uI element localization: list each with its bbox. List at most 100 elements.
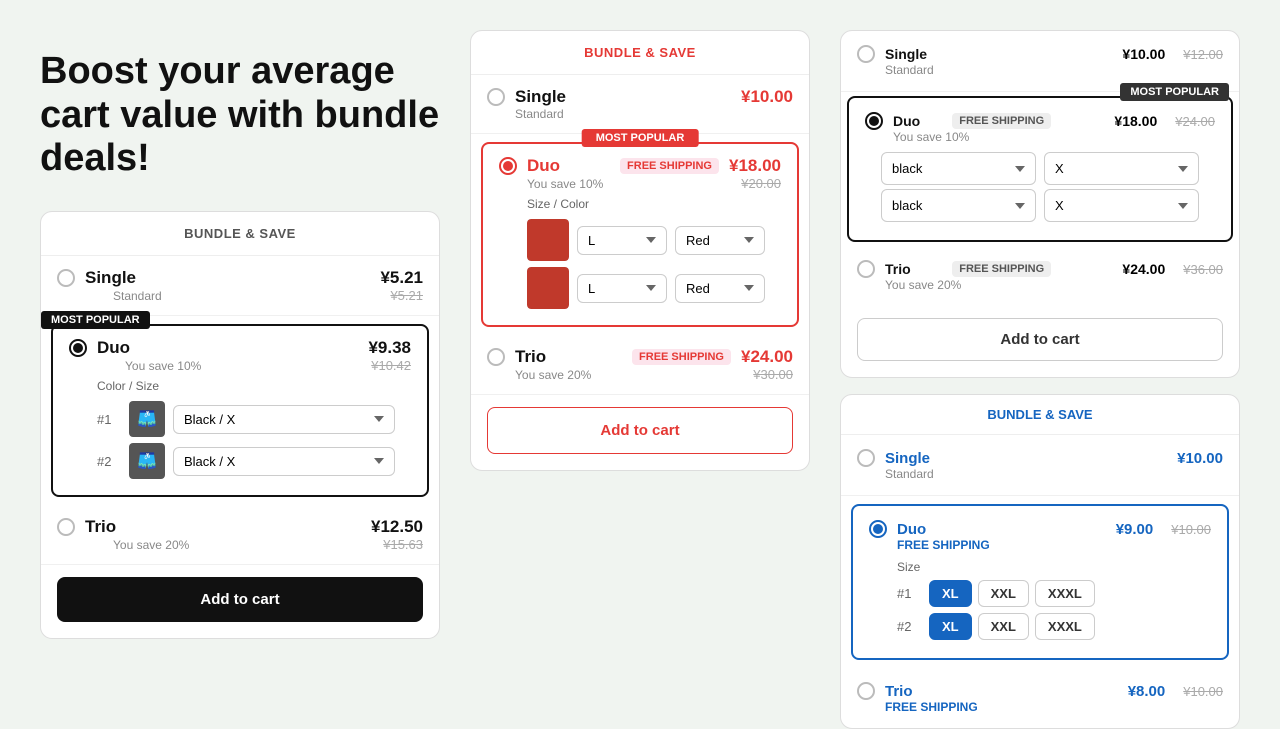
right-bottom-duo-radio[interactable] [869,520,887,538]
mid-duo-price: ¥18.00 [729,156,781,176]
right-bottom-row2-label: #2 [897,619,921,634]
size-btn-xl-row1[interactable]: XL [929,580,972,607]
right-top-single-name: Single [885,46,994,62]
right-top-duo-radio[interactable] [865,112,883,130]
right-bottom-trio-price: ¥8.00 [1128,683,1166,700]
left-duo-item1: #1 🩳 Black / X Black / M White / X [97,401,395,437]
mid-duo-row: Duo FREE SHIPPING ¥18.00 You save 10% ¥2… [483,144,797,325]
right-top-duo-shipping: FREE SHIPPING [952,113,1051,129]
right-top-trio-shipping: FREE SHIPPING [952,261,1051,277]
left-trio-save: You save 20% [85,538,189,552]
left-duo-radio[interactable] [69,339,87,357]
left-duo-item2-thumb: 🩳 [129,443,165,479]
mid-duo-radio[interactable] [499,157,517,175]
right-bottom-single-sub: Standard [857,467,1223,481]
mid-add-to-cart-button[interactable]: Add to cart [487,407,793,454]
right-bottom-duo-border: Duo ¥9.00 ¥10.00 FREE SHIPPING Size #1 X… [851,504,1229,660]
right-bottom-size-section: Size #1 XL XXL XXXL #2 X [869,552,1211,644]
mid-single-sub: Standard [487,107,793,121]
left-duo-item2-select[interactable]: Black / X Black / M White / X [173,447,395,476]
right-bottom-trio-shipping: FREE SHIPPING [857,700,1223,714]
left-duo-save: You save 10% [97,359,201,373]
left-duo-item2-label: #2 [97,454,121,469]
right-bottom-row2-sizes: XL XXL XXXL [929,613,1095,640]
left-single-row: Single ¥5.21 Standard ¥5.21 [41,256,439,316]
left-single-strike: ¥5.21 [390,288,423,303]
mid-duo-strike: ¥20.00 [741,176,781,191]
left-duo-row: Duo ¥9.38 You save 10% ¥10.42 Color / Si… [53,326,427,495]
right-bottom-duo-strike: ¥10.00 [1171,522,1211,537]
left-duo-item1-label: #1 [97,412,121,427]
mid-duo-item1: LXLXXL RedBlackWhite [527,219,765,261]
right-top-card: Single ¥10.00 ¥12.00 Standard MOST POPUL… [840,30,1240,378]
right-bottom-trio-row: Trio ¥8.00 ¥10.00 FREE SHIPPING [841,668,1239,728]
right-top-duo-dd2[interactable]: XML [1044,152,1199,185]
right-top-trio-price: ¥24.00 [1122,261,1165,277]
right-top-single-strike: ¥12.00 [1183,47,1223,62]
left-duo-strike: ¥10.42 [371,358,411,373]
right-top-single-sub: Standard [857,63,1223,77]
mid-duo-item1-size[interactable]: LXLXXL [577,226,667,255]
size-btn-xl-row2[interactable]: XL [929,613,972,640]
right-top-single-price: ¥10.00 [1122,46,1165,62]
left-duo-item1-select[interactable]: Black / X Black / M White / X [173,405,395,434]
left-single-sub: Standard [85,289,162,303]
right-top-duo-save: You save 10% [865,130,1215,144]
mid-duo-item2: LXLXXL RedBlackWhite [527,267,765,309]
mid-duo-item2-color[interactable]: RedBlackWhite [675,274,765,303]
right-top-duo-dd3[interactable]: blackwhite [881,189,1036,222]
mid-trio-name: Trio [515,347,616,367]
middle-section: BUNDLE & SAVE Single ¥10.00 Standard MOS… [470,30,810,471]
mid-bundle-card: BUNDLE & SAVE Single ¥10.00 Standard MOS… [470,30,810,471]
left-trio-strike: ¥15.63 [383,537,423,552]
right-bottom-single-radio[interactable] [857,449,875,467]
right-bottom-size-label: Size [897,560,1195,574]
right-bottom-card: BUNDLE & SAVE Single ¥10.00 Standard Du [840,394,1240,729]
right-top-add-to-cart[interactable]: Add to cart [857,318,1223,361]
size-btn-xxl-row1[interactable]: XXL [978,580,1029,607]
right-top-duo-dropdowns-row1: blackwhite XML [865,144,1215,189]
right-bottom-duo-wrapper: Duo ¥9.00 ¥10.00 FREE SHIPPING Size #1 X… [841,504,1239,660]
mid-duo-size-label: Size / Color [499,191,781,215]
right-top-trio-save: You save 20% [857,278,1223,292]
right-bottom-single-name: Single [885,450,930,467]
mid-duo-save: You save 10% [527,177,603,191]
mid-trio-row: Trio FREE SHIPPING ¥24.00 You save 20% ¥… [471,335,809,395]
mid-single-radio[interactable] [487,88,505,106]
right-top-duo-dd1[interactable]: blackwhite [881,152,1036,185]
right-top-duo-dd4[interactable]: XML [1044,189,1199,222]
mid-trio-shipping: FREE SHIPPING [632,349,731,365]
left-trio-radio[interactable] [57,518,75,536]
mid-trio-price: ¥24.00 [741,347,793,367]
right-top-duo-border: Duo FREE SHIPPING ¥18.00 ¥24.00 You save… [847,96,1233,242]
right-bottom-trio-name: Trio [885,683,913,700]
left-add-to-cart-button[interactable]: Add to cart [57,577,423,622]
left-single-radio[interactable] [57,269,75,287]
right-top-duo-price: ¥18.00 [1114,113,1157,129]
mid-trio-radio[interactable] [487,348,505,366]
left-bundle-card: BUNDLE & SAVE Single ¥5.21 Standard ¥5.2… [40,211,440,639]
size-btn-xxxl-row1[interactable]: XXXL [1035,580,1095,607]
right-bottom-trio-strike: ¥10.00 [1183,684,1223,699]
hero-title: Boost your average cart value with bundl… [40,50,440,181]
size-btn-xxl-row2[interactable]: XXL [978,613,1029,640]
mid-duo-item1-color[interactable]: RedBlackWhite [675,226,765,255]
right-section: Single ¥10.00 ¥12.00 Standard MOST POPUL… [840,30,1240,729]
left-duo-name: Duo [97,338,358,358]
right-bottom-trio-radio[interactable] [857,682,875,700]
right-top-duo-wrapper: MOST POPULAR Duo FREE SHIPPING ¥18.00 ¥2… [841,96,1239,242]
right-top-trio-radio[interactable] [857,260,875,278]
size-btn-xxxl-row2[interactable]: XXXL [1035,613,1095,640]
right-top-single-radio[interactable] [857,45,875,63]
mid-duo-selectors: LXLXXL RedBlackWhite LXLXXL [499,215,781,313]
mid-single-name: Single [515,87,731,107]
right-top-duo-row: Duo FREE SHIPPING ¥18.00 ¥24.00 You save… [849,98,1231,240]
mid-duo-item2-size[interactable]: LXLXXL [577,274,667,303]
mid-duo-selected-border: Duo FREE SHIPPING ¥18.00 You save 10% ¥2… [481,142,799,327]
right-bottom-duo-price: ¥9.00 [1116,521,1154,538]
left-duo-wrapper: MOST POPULAR Duo ¥9.38 You save 10% ¥10.… [41,324,439,497]
mid-trio-save: You save 20% [515,368,591,382]
left-single-name: Single [85,268,370,288]
right-bottom-duo-shipping: FREE SHIPPING [869,538,1211,552]
left-duo-item1-thumb: 🩳 [129,401,165,437]
